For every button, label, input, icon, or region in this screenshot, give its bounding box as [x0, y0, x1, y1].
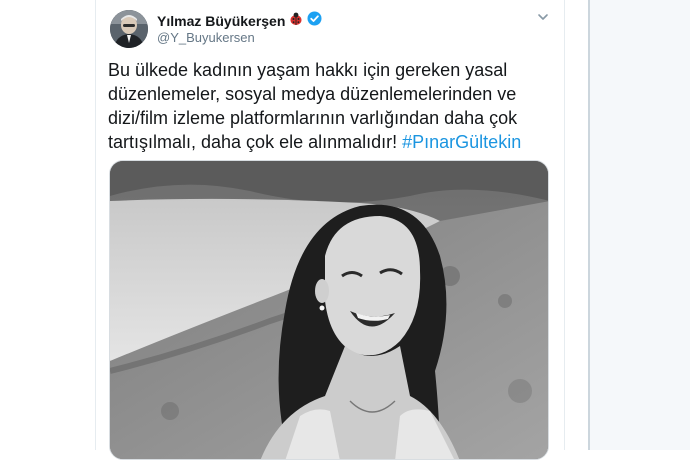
photo-image: [110, 161, 548, 459]
tweet-text-line: düzenlemeler, sosyal medya düzenlemeleri…: [108, 84, 517, 104]
avatar[interactable]: [110, 10, 148, 48]
side-column: [590, 0, 690, 450]
tweet-text: Bu ülkede kadının yaşam hakkı için gerek…: [108, 58, 548, 154]
tweet-text-segment: tartışılmalı, daha çok ele alınmalıdır!: [108, 132, 398, 152]
tweet-text-line: dizi/film izleme platformlarının varlığı…: [108, 108, 518, 128]
verified-badge-icon: [307, 11, 322, 31]
author-handle[interactable]: @Y_Buyukersen: [157, 30, 255, 45]
chevron-down-icon[interactable]: [536, 10, 550, 24]
tweet-text-line-last: tartışılmalı, daha çok ele alınmalıdır! …: [108, 130, 548, 154]
tweet-text-line: Bu ülkede kadının yaşam hakkı için gerek…: [108, 60, 508, 80]
page-left-gutter: [0, 0, 95, 450]
avatar-portrait: [110, 10, 148, 48]
author-name[interactable]: Yılmaz Büyükerşen: [157, 13, 285, 29]
tweet-photo[interactable]: [109, 160, 549, 460]
ladybug-emoji-icon: [289, 12, 303, 31]
author-row: Yılmaz Büyükerşen: [157, 11, 322, 31]
hashtag-link[interactable]: #PınarGültekin: [402, 132, 521, 152]
